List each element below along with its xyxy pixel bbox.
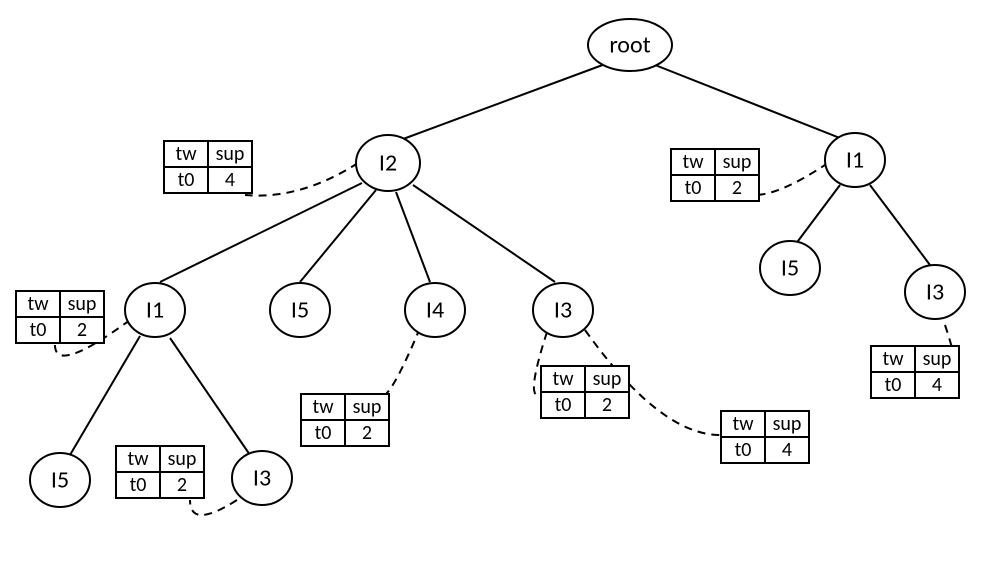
- cell-tw: t0: [541, 392, 585, 418]
- hdr-sup: sup: [160, 446, 204, 472]
- hdr-sup: sup: [915, 346, 959, 372]
- label-I4: I4: [426, 296, 444, 325]
- anno-table-I2: twsup t04: [163, 140, 253, 194]
- label-I5r: I5: [781, 254, 799, 283]
- connector: [380, 328, 420, 397]
- hdr-tw: tw: [871, 346, 915, 372]
- label-I5ll: I5: [51, 466, 69, 495]
- label-I3ll: I3: [253, 464, 271, 493]
- edge: [795, 185, 840, 245]
- cell-tw: t0: [721, 437, 765, 463]
- cell-tw: t0: [116, 472, 160, 498]
- edge: [870, 185, 930, 265]
- cell-tw: t0: [164, 167, 208, 193]
- hdr-sup: sup: [585, 366, 629, 392]
- edge: [170, 338, 250, 455]
- label-I1r: I1: [846, 146, 864, 175]
- label-root: root: [609, 31, 650, 60]
- edge: [70, 336, 140, 455]
- edge: [395, 63, 608, 142]
- anno-table-I1l: twsup t02: [15, 290, 105, 344]
- cell-sup: 2: [345, 420, 389, 446]
- hdr-sup: sup: [345, 394, 389, 420]
- anno-table-I4: twsup t02: [300, 393, 390, 447]
- hdr-tw: tw: [671, 149, 715, 175]
- hdr-tw: tw: [116, 446, 160, 472]
- cell-sup: 2: [715, 175, 759, 201]
- nodes: [30, 19, 965, 507]
- connector: [755, 163, 828, 195]
- edge: [650, 63, 850, 142]
- edge: [160, 183, 362, 282]
- label-I3r: I3: [926, 278, 944, 307]
- hdr-sup: sup: [715, 149, 759, 175]
- cell-sup: 2: [585, 392, 629, 418]
- hdr-sup: sup: [60, 291, 104, 317]
- label-I1l: I1: [146, 296, 164, 325]
- anno-table-I3b-a: twsup t02: [540, 365, 630, 419]
- cell-sup: 4: [765, 437, 809, 463]
- anno-table-I3b-b: twsup t04: [720, 410, 810, 464]
- label-I3b: I3: [554, 296, 572, 325]
- cell-tw: t0: [871, 372, 915, 398]
- label-I5b: I5: [291, 296, 309, 325]
- hdr-tw: tw: [301, 394, 345, 420]
- cell-sup: 2: [160, 472, 204, 498]
- cell-tw: t0: [301, 420, 345, 446]
- hdr-sup: sup: [208, 141, 252, 167]
- cell-sup: 2: [60, 317, 104, 343]
- hdr-tw: tw: [16, 291, 60, 317]
- anno-table-I1r: twsup t02: [670, 148, 760, 202]
- cell-tw: t0: [16, 317, 60, 343]
- hdr-sup: sup: [765, 411, 809, 437]
- anno-table-I3ll: twsup t02: [115, 445, 205, 499]
- hdr-tw: tw: [164, 141, 208, 167]
- connector: [245, 163, 358, 196]
- edge: [396, 192, 430, 282]
- hdr-tw: tw: [721, 411, 765, 437]
- anno-table-I3r: twsup t04: [870, 345, 960, 399]
- label-I2: I2: [379, 149, 397, 178]
- edge: [300, 190, 376, 282]
- cell-tw: t0: [671, 175, 715, 201]
- hdr-tw: tw: [541, 366, 585, 392]
- cell-sup: 4: [915, 372, 959, 398]
- cell-sup: 4: [208, 167, 252, 193]
- connector: [190, 500, 237, 515]
- edge: [413, 185, 555, 282]
